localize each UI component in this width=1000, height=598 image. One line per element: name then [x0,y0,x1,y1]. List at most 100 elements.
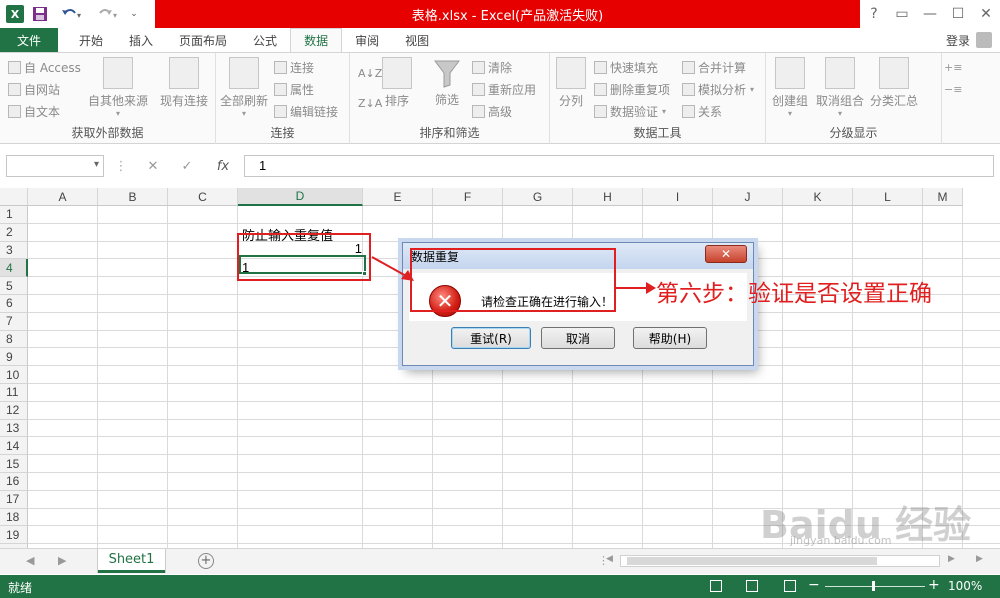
zoom-out-icon[interactable]: − [808,577,820,593]
zoom-in-icon[interactable]: + [928,577,940,593]
reapply-button[interactable]: 重新应用 [472,79,536,99]
formula-input[interactable]: 1 [244,155,994,177]
row-header-13[interactable]: 13 [0,419,28,438]
chevron-down-icon[interactable]: ▾ [94,159,99,170]
redo-icon[interactable]: ▾ [92,2,124,26]
column-header-h[interactable]: H [573,188,643,206]
column-header-i[interactable]: I [643,188,713,206]
confirm-entry-icon[interactable]: ✓ [176,155,198,177]
from-text-button[interactable]: 自文本 [8,101,60,121]
tab-home[interactable]: 开始 [66,28,116,52]
filter-button[interactable]: 筛选 [432,57,462,108]
group-button[interactable]: 创建组 ▾ [772,57,808,118]
column-header-l[interactable]: L [853,188,923,206]
connections-button[interactable]: 连接 [274,57,314,77]
column-header-e[interactable]: E [363,188,433,206]
next-sheet-icon[interactable]: ▶ [58,554,66,567]
ribbon-display-button[interactable]: ▭ [888,0,916,28]
customize-qat-icon[interactable]: ⌄ [128,2,140,26]
properties-button[interactable]: 属性 [274,79,314,99]
row-header-9[interactable]: 9 [0,348,28,367]
column-header-f[interactable]: F [433,188,503,206]
tab-view[interactable]: 视图 [392,28,442,52]
row-header-14[interactable]: 14 [0,437,28,456]
add-sheet-icon[interactable]: + [198,553,214,569]
row-header-10[interactable]: 10 [0,366,28,384]
row-header-8[interactable]: 8 [0,330,28,349]
row-header-11[interactable]: 11 [0,384,28,402]
help-button[interactable]: ? [860,0,888,28]
row-header-5[interactable]: 5 [0,277,28,295]
cancel-entry-icon[interactable]: ✕ [142,155,164,177]
zoom-slider-knob[interactable] [872,581,875,591]
from-access-button[interactable]: 自 Access [8,57,81,77]
sort-button[interactable]: 排序 [382,57,412,109]
tab-review[interactable]: 审阅 [342,28,392,52]
consolidate-button[interactable]: 合并计算 [682,57,746,77]
what-if-button[interactable]: 模拟分析 ▾ [682,79,754,99]
select-all-corner[interactable] [0,188,28,206]
show-detail-icon[interactable]: +≡ [944,57,962,79]
column-header-d[interactable]: D [238,188,363,206]
existing-connections-button[interactable]: 现有连接 [160,57,208,109]
row-header-16[interactable]: 16 [0,473,28,491]
zoom-level[interactable]: 100% [948,579,982,593]
column-header-a[interactable]: A [28,188,98,206]
undo-icon[interactable]: ▾ [56,2,88,26]
help-dialog-button[interactable]: 帮助(H) [633,327,707,349]
hide-detail-icon[interactable]: −≡ [944,79,962,101]
tab-insert[interactable]: 插入 [116,28,166,52]
tab-data[interactable]: 数据 [290,28,343,52]
maximize-button[interactable]: ☐ [944,0,972,28]
from-other-sources-button[interactable]: 自其他来源 ▾ [88,57,148,118]
row-header-19[interactable]: 19 [0,526,28,545]
dialog-close-button[interactable]: ✕ [705,245,747,263]
from-web-button[interactable]: 自网站 [8,79,60,99]
scrollbar-thumb[interactable] [627,557,877,565]
row-header-6[interactable]: 6 [0,295,28,313]
tab-page-layout[interactable]: 页面布局 [166,28,240,52]
sheet-tab-sheet1[interactable]: Sheet1 [98,549,165,573]
row-header-2[interactable]: 2 [0,223,28,242]
row-header-3[interactable]: 3 [0,241,28,260]
refresh-all-button[interactable]: 全部刷新 ▾ [220,57,268,118]
text-to-columns-button[interactable]: 分列 [556,57,586,109]
remove-duplicates-button[interactable]: 删除重复项 [594,79,670,99]
close-window-button[interactable]: ✕ [972,0,1000,28]
column-header-j[interactable]: J [713,188,783,206]
scroll-right-icon[interactable]: ▶ [948,554,955,564]
minimize-button[interactable]: — [916,0,944,28]
tab-formulas[interactable]: 公式 [240,28,290,52]
row-header-17[interactable]: 17 [0,490,28,509]
row-header-15[interactable]: 15 [0,455,28,473]
advanced-button[interactable]: 高级 [472,101,512,121]
horizontal-scrollbar[interactable] [620,555,940,567]
column-header-m[interactable]: M [923,188,963,206]
page-layout-view-icon[interactable] [746,580,758,592]
row-header-7[interactable]: 7 [0,312,28,331]
row-header-12[interactable]: 12 [0,401,28,420]
column-header-c[interactable]: C [168,188,238,206]
row-header-4[interactable]: 4 [0,259,28,278]
page-break-view-icon[interactable] [784,580,796,592]
ungroup-button[interactable]: 取消组合 ▾ [816,57,864,118]
insert-function-icon[interactable]: fx [212,155,234,177]
column-header-k[interactable]: K [783,188,853,206]
column-header-g[interactable]: G [503,188,573,206]
data-validation-button[interactable]: 数据验证 ▾ [594,101,666,121]
cancel-button[interactable]: 取消 [541,327,615,349]
prev-sheet-icon[interactable]: ◀ [26,554,34,567]
subtotal-button[interactable]: 分类汇总 [870,57,918,109]
normal-view-icon[interactable] [710,580,722,592]
row-header-1[interactable]: 1 [0,206,28,224]
name-box[interactable]: ▾ [6,155,104,177]
clear-button[interactable]: 清除 [472,57,512,77]
flash-fill-button[interactable]: 快速填充 [594,57,658,77]
login-link[interactable]: 登录 [946,32,970,49]
sort-asc-button[interactable]: A↓Z [358,63,382,83]
account-icon[interactable] [976,32,992,48]
retry-button[interactable]: 重试(R) [451,327,531,349]
column-header-b[interactable]: B [98,188,168,206]
zoom-slider[interactable] [825,586,925,587]
save-icon[interactable] [28,2,52,26]
